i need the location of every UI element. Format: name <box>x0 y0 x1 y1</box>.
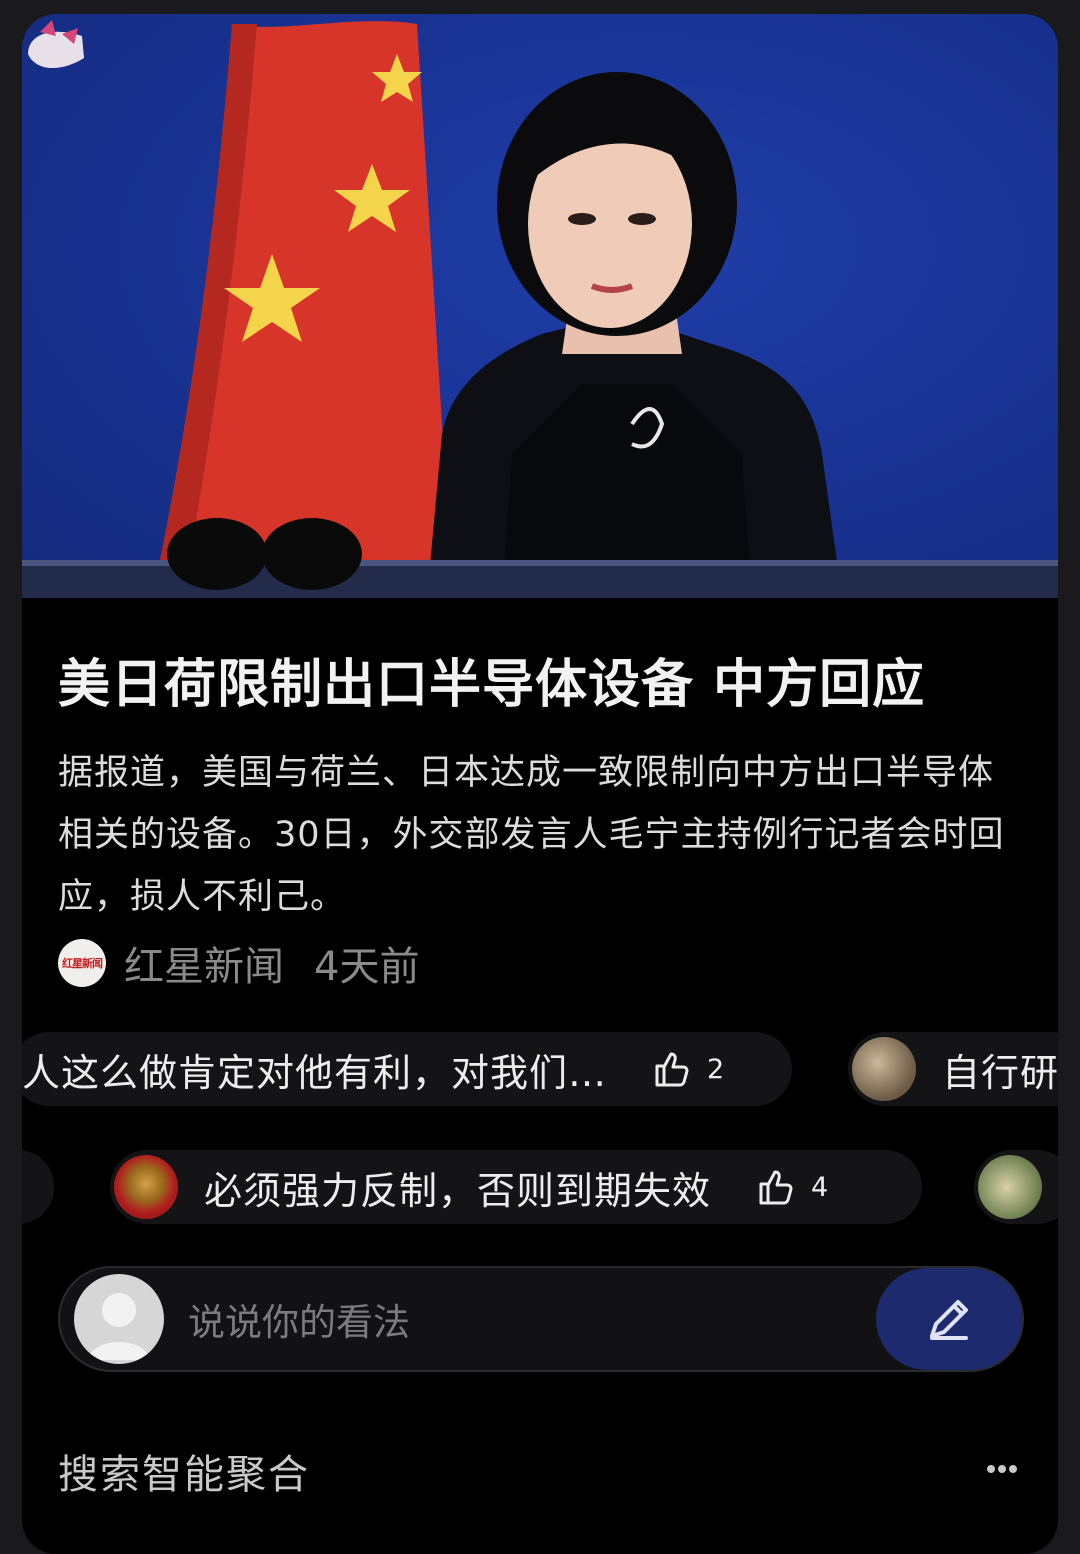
comment-text: 必须强力反制，否则到期失效 <box>204 1168 712 1213</box>
comment-bubble[interactable]: 自行研 <box>848 1032 1058 1106</box>
commenter-avatar <box>852 1037 916 1101</box>
like-button[interactable]: 4 <box>755 1167 828 1207</box>
comment-text: 自行研 <box>942 1050 1058 1095</box>
comment-bubble[interactable]: 人这么做肯定对他有利，对我们… 2 <box>22 1032 792 1106</box>
channel-logo-icon <box>28 20 84 69</box>
user-avatar <box>74 1274 164 1364</box>
comment-bubble[interactable]: 必须强力反制，否则到期失效 4 <box>110 1150 922 1224</box>
like-count: 2 <box>707 1053 725 1085</box>
thumbs-up-icon <box>655 1052 689 1087</box>
article-hero-image[interactable] <box>22 14 1058 598</box>
article-summary: 据报道，美国与荷兰、日本达成一致限制向中方出口半导体相关的设备。30日，外交部发… <box>58 753 1005 917</box>
like-count: 4 <box>811 1171 829 1203</box>
source-logo-icon: 红星新闻 <box>58 939 106 987</box>
article-headline[interactable]: 美日荷限制出口半导体设备 中方回应 <box>58 642 1038 717</box>
news-card[interactable]: 美日荷限制出口半导体设备 中方回应 据报道，美国与荷兰、日本达成一致限制向中方出… <box>22 14 1058 1554</box>
commenter-avatar <box>114 1155 178 1219</box>
pencil-icon <box>930 1300 968 1340</box>
more-options-icon[interactable] <box>986 1464 1018 1474</box>
like-button[interactable]: 2 <box>651 1049 724 1089</box>
press-conference-photo <box>22 21 1058 598</box>
commenter-avatar <box>978 1155 1042 1219</box>
write-comment-button[interactable] <box>876 1268 1022 1370</box>
thumbs-up-icon <box>759 1170 793 1205</box>
search-aggregation-title: 搜索智能聚合 <box>58 1452 310 1498</box>
default-user-icon <box>88 1293 150 1360</box>
comment-input-bar[interactable]: 说说你的看法 <box>58 1266 1024 1372</box>
comment-input[interactable]: 说说你的看法 <box>188 1292 876 1346</box>
comment-bubble-partial[interactable] <box>974 1150 1058 1224</box>
comment-text: 人这么做肯定对他有利，对我们… <box>22 1050 608 1095</box>
comment-bubble-partial[interactable] <box>22 1150 54 1224</box>
publish-time: 4天前 <box>314 944 420 990</box>
source-logo-text: 红星新闻 <box>62 957 103 970</box>
source-name[interactable]: 红星新闻 <box>124 934 284 992</box>
article-source-row: 红星新闻 红星新闻 4天前 <box>58 936 419 990</box>
